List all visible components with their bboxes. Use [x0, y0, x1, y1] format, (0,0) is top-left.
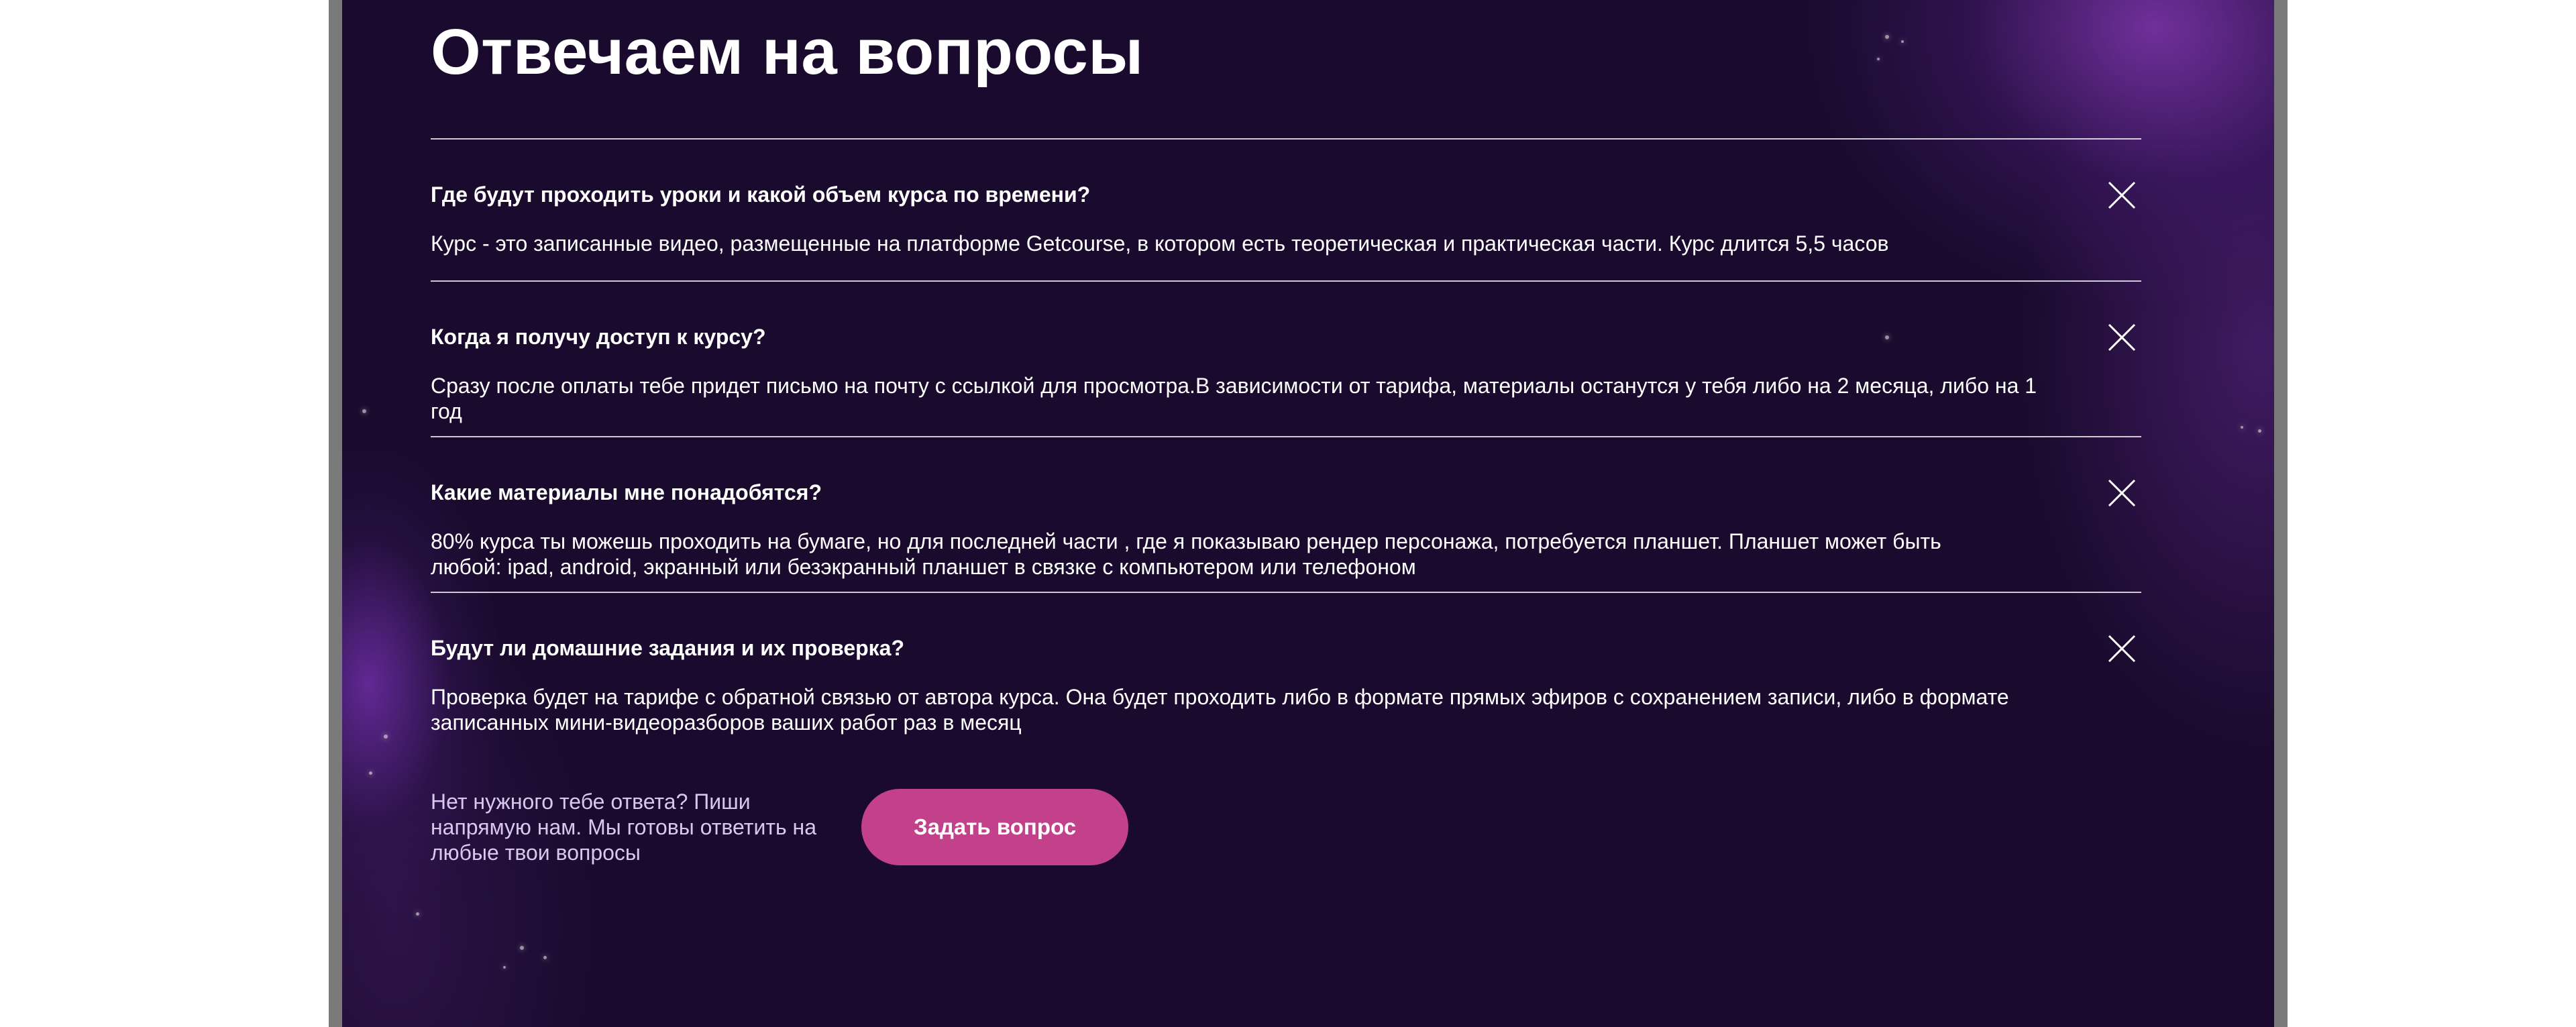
sparkle-decoration	[416, 912, 419, 916]
faq-content: Отвечаем на вопросы Где будут проходить …	[431, 0, 2141, 1027]
faq-item: Какие материалы мне понадобятся? 80% кур…	[431, 437, 2141, 593]
page-frame: Отвечаем на вопросы Где будут проходить …	[329, 0, 2288, 1027]
faq-item: Будут ли домашние задания и их проверка?…	[431, 593, 2141, 735]
faq-question[interactable]: Будут ли домашние задания и их проверка?	[431, 635, 1940, 661]
sparkle-decoration	[2258, 429, 2261, 433]
close-icon[interactable]	[2108, 479, 2136, 507]
sparkle-decoration	[369, 771, 372, 775]
faq-question[interactable]: Когда я получу доступ к курсу?	[431, 323, 1940, 350]
faq-answer: 80% курса ты можешь проходить на бумаге,…	[431, 529, 1941, 579]
ask-question-button[interactable]: Задать вопрос	[861, 789, 1128, 865]
faq-question[interactable]: Где будут проходить уроки и какой объем …	[431, 181, 1940, 208]
sparkle-decoration	[362, 409, 366, 413]
page-title: Отвечаем на вопросы	[431, 16, 1144, 88]
sparkle-decoration	[384, 735, 388, 739]
faq-section: Отвечаем на вопросы Где будут проходить …	[342, 0, 2274, 1027]
close-icon[interactable]	[2108, 635, 2136, 663]
close-icon[interactable]	[2108, 181, 2136, 209]
close-icon[interactable]	[2108, 323, 2136, 352]
faq-answer: Сразу после оплаты тебе придет письмо на…	[431, 374, 2037, 423]
faq-answer: Проверка будет на тарифе с обратной связ…	[431, 685, 2009, 735]
faq-item: Где будут проходить уроки и какой объем …	[431, 140, 2141, 282]
faq-answer: Курс - это записанные видео, размещенные…	[431, 231, 1889, 256]
faq-item: Когда я получу доступ к курсу? Сразу пос…	[431, 282, 2141, 437]
faq-question[interactable]: Какие материалы мне понадобятся?	[431, 479, 1940, 506]
contact-text: Нет нужного тебе ответа? Пиши напрямую н…	[431, 790, 816, 865]
sparkle-decoration	[2241, 426, 2243, 429]
faq-list: Где будут проходить уроки и какой объем …	[431, 138, 2141, 735]
